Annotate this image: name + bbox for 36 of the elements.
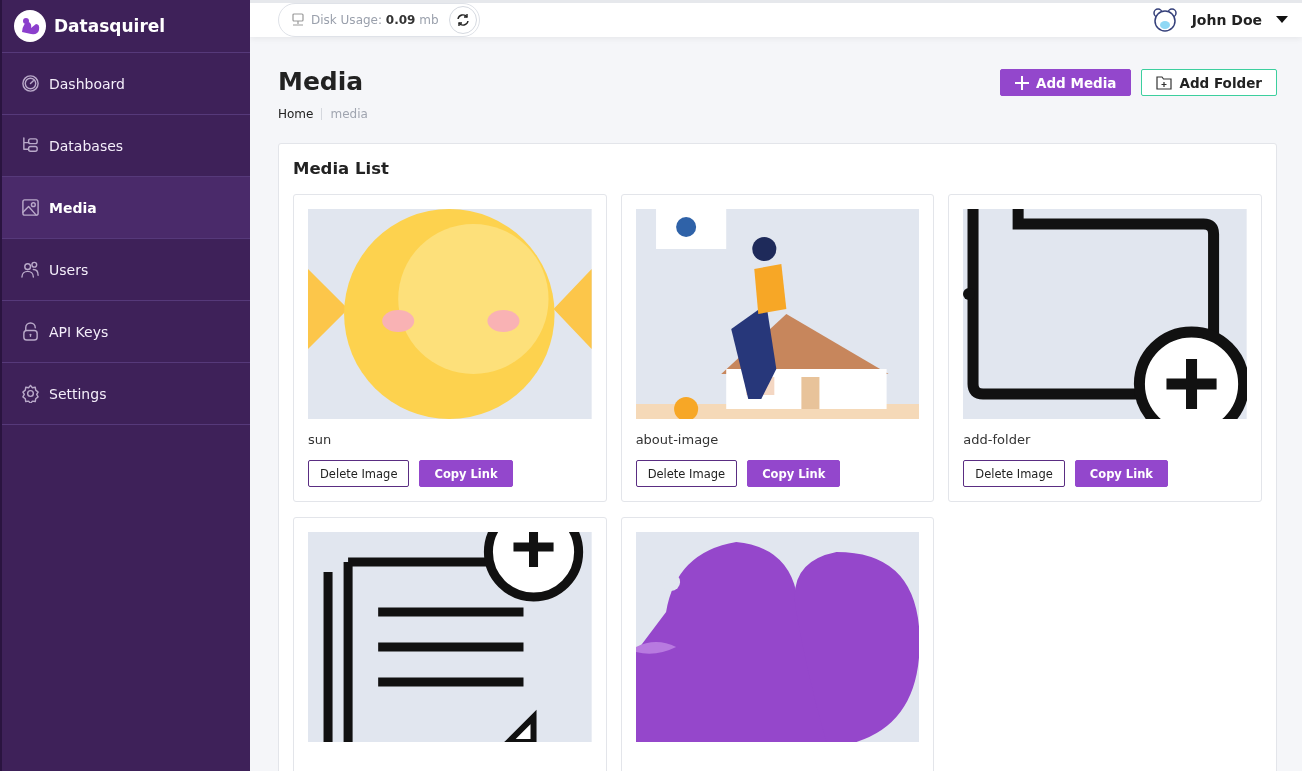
media-name: about-image (635, 432, 720, 448)
image-icon (21, 198, 40, 217)
bear-avatar-icon (1151, 7, 1178, 33)
copy-link-button[interactable]: Copy Link (1074, 460, 1168, 487)
brand-name: Datasquirel (54, 16, 166, 36)
page-title: Media (278, 67, 365, 97)
users-icon (21, 260, 40, 279)
refresh-icon (455, 13, 470, 27)
sidebar-item[interactable]: Dashboard (2, 53, 250, 115)
plus-icon (1015, 75, 1029, 90)
media-name: sun (308, 432, 333, 448)
add-folder-button[interactable]: Add Folder (1141, 69, 1277, 96)
breadcrumb-link[interactable]: Home (278, 107, 314, 121)
delete-image-button[interactable]: Delete Image (308, 460, 410, 487)
sidebar-item[interactable]: API Keys (2, 301, 250, 363)
gauge-icon (21, 74, 40, 93)
refresh-button[interactable] (448, 6, 477, 34)
server-icon (291, 13, 305, 27)
add-media-button[interactable]: Add Media (1000, 69, 1132, 96)
tree-icon (21, 136, 40, 155)
copy-link-button[interactable]: Copy Link (419, 460, 513, 487)
panel-title: Media List (293, 159, 390, 178)
delete-image-button[interactable]: Delete Image (635, 460, 738, 487)
sidebar-item[interactable]: Settings (2, 363, 250, 425)
folder-plus-icon (1156, 75, 1173, 90)
delete-image-button[interactable]: Delete Image (963, 460, 1065, 487)
disk-usage-text: Disk Usage: 0.09 mb (311, 13, 439, 27)
media-name: add-folder (963, 432, 1032, 448)
breadcrumb-current: media (330, 107, 368, 121)
user-name[interactable]: John Doe (1191, 12, 1262, 28)
sidebar-item[interactable]: Media (2, 177, 250, 239)
copy-link-button[interactable]: Copy Link (747, 460, 841, 487)
gear-icon (21, 384, 40, 403)
lock-icon (21, 322, 40, 341)
caret-icon[interactable] (1276, 16, 1288, 24)
sidebar-item[interactable]: Users (2, 239, 250, 301)
